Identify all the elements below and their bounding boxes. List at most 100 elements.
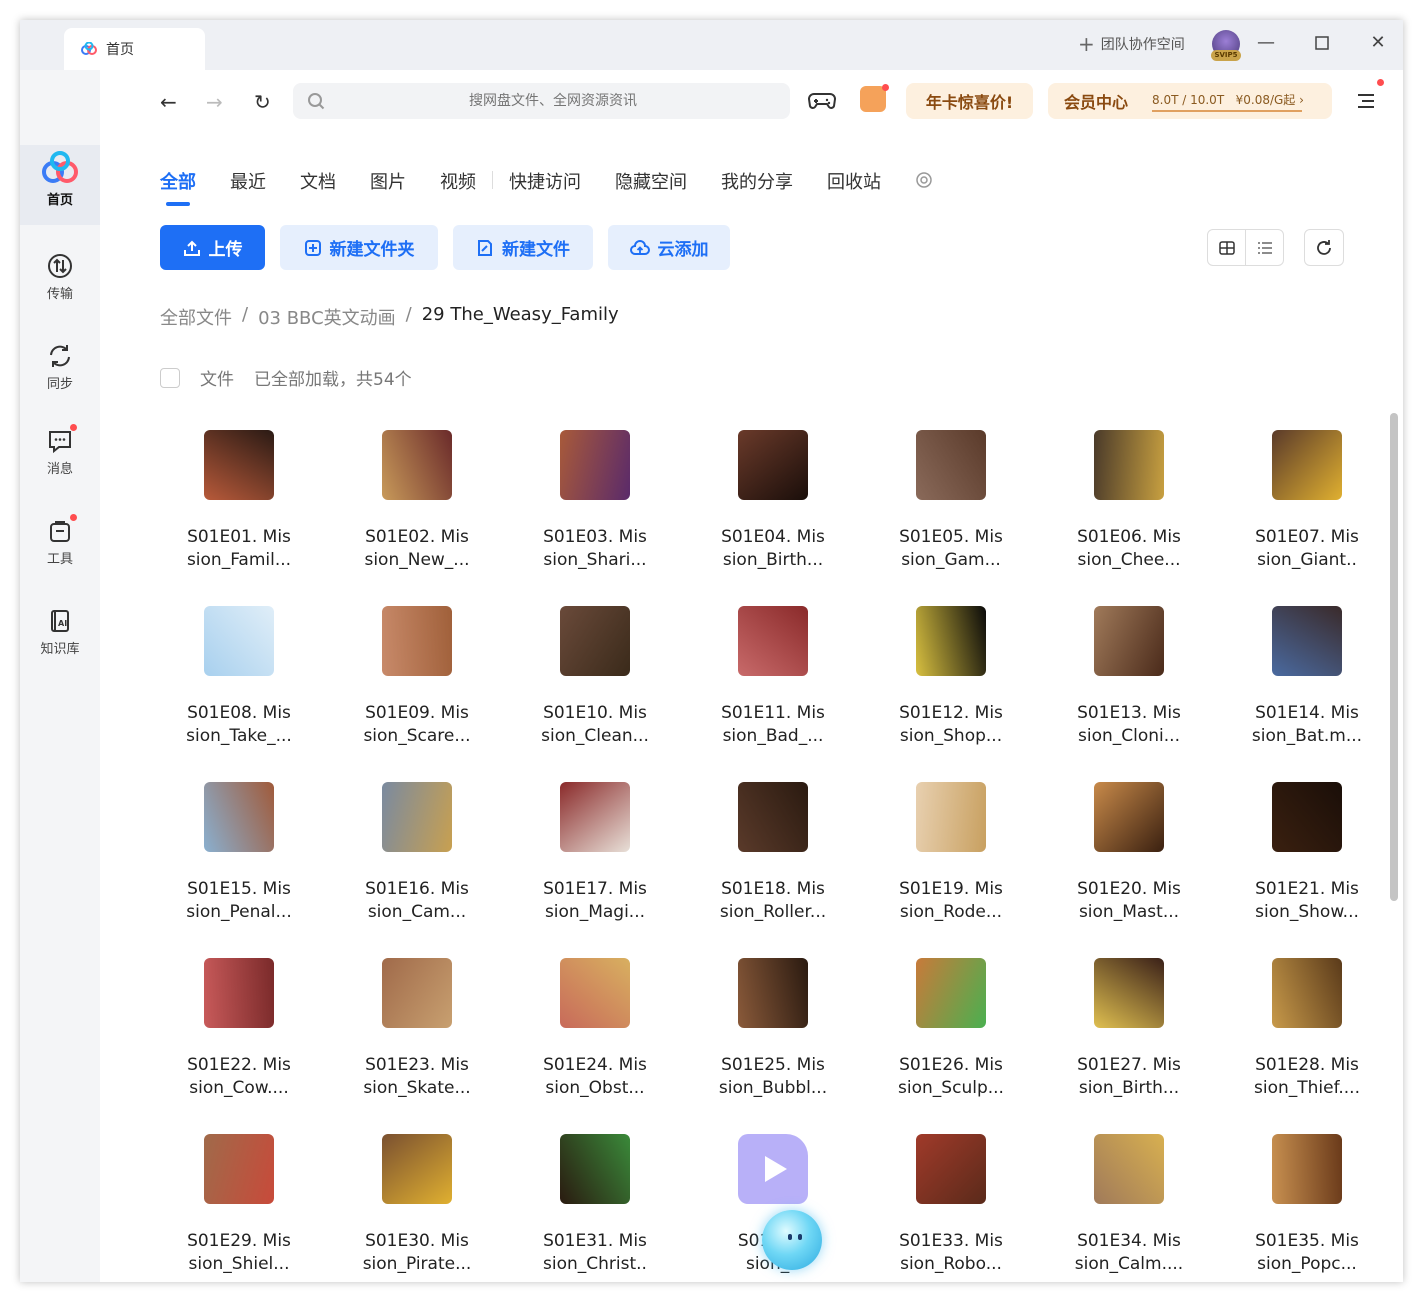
file-type-label: 文件 <box>200 370 234 390</box>
file-name-line1: S01E05. Mis <box>899 527 1003 547</box>
team-space-button[interactable]: + 团队协作空间 <box>1078 34 1185 54</box>
vip-center-button[interactable]: 会员中心 8.0T / 10.0T ¥0.08/G起 › <box>1048 83 1332 119</box>
file-name-line2: sion_Famil... <box>186 550 292 570</box>
tab-videos[interactable]: 视频 <box>440 168 476 194</box>
file-item[interactable]: S01E02. Mis sion_New_... <box>328 420 506 596</box>
reload-button[interactable]: ↻ <box>254 90 271 114</box>
file-item[interactable]: S01E30. Mis sion_Pirate... <box>328 1124 506 1282</box>
grid-view-icon[interactable] <box>1208 230 1246 265</box>
game-controller-icon[interactable] <box>808 91 836 111</box>
file-item[interactable]: S01E13. Mis sion_Cloni... <box>1040 596 1218 772</box>
file-item[interactable]: S01E33. Mis sion_Robo... <box>862 1124 1040 1282</box>
file-item[interactable]: S01E35. Mis sion_Popc... <box>1218 1124 1396 1282</box>
sidebar-item-home[interactable]: 首页 <box>20 145 100 225</box>
file-name: S01E10. Mis sion_Clean... <box>506 702 684 748</box>
close-icon[interactable]: ✕ <box>1363 32 1393 53</box>
minimize-icon[interactable]: — <box>1251 32 1281 53</box>
new-file-button[interactable]: 新建文件 <box>453 225 593 270</box>
back-button[interactable]: ← <box>160 90 177 114</box>
file-item[interactable]: S01E11. Mis sion_Bad_... <box>684 596 862 772</box>
file-item[interactable]: S01E15. Mis sion_Penal... <box>150 772 328 948</box>
file-name-line1: S01E06. Mis <box>1077 527 1181 547</box>
file-item[interactable]: S01E14. Mis sion_Bat.m... <box>1218 596 1396 772</box>
file-item[interactable]: S01E21. Mis sion_Show... <box>1218 772 1396 948</box>
file-name: S01E13. Mis sion_Cloni... <box>1040 702 1218 748</box>
sidebar-item-transfer[interactable]: 传输 <box>20 253 100 302</box>
avatar[interactable]: SVIP5 <box>1211 30 1241 61</box>
team-space-label: 团队协作空间 <box>1100 37 1185 53</box>
video-thumbnail <box>560 782 630 852</box>
file-item[interactable]: S01E09. Mis sion_Scare... <box>328 596 506 772</box>
tab-hidden-space[interactable]: 隐藏空间 <box>615 168 687 194</box>
file-item[interactable]: S01E34. Mis sion_Calm.... <box>1040 1124 1218 1282</box>
file-item[interactable]: S01E20. Mis sion_Mast... <box>1040 772 1218 948</box>
file-item[interactable]: S01E18. Mis sion_Roller... <box>684 772 862 948</box>
file-item[interactable]: S01E17. Mis sion_Magi... <box>506 772 684 948</box>
tab-docs[interactable]: 文档 <box>300 168 336 194</box>
menu-icon[interactable] <box>1356 92 1376 110</box>
file-name: S01E06. Mis sion_Chee... <box>1040 526 1218 572</box>
file-name: S01E18. Mis sion_Roller... <box>684 878 862 924</box>
file-name: S01E29. Mis sion_Shiel... <box>150 1230 328 1276</box>
upload-button[interactable]: 上传 <box>160 225 265 270</box>
file-item[interactable]: S01E08. Mis sion_Take_... <box>150 596 328 772</box>
search-box[interactable] <box>293 83 790 119</box>
maximize-icon[interactable] <box>1307 34 1337 55</box>
select-all-checkbox[interactable] <box>160 367 180 388</box>
file-item[interactable]: S01E16. Mis sion_Cam... <box>328 772 506 948</box>
file-item[interactable]: S01E27. Mis sion_Birth... <box>1040 948 1218 1124</box>
file-item[interactable]: S01E01. Mis sion_Famil... <box>150 420 328 596</box>
sidebar-item-tools[interactable]: 工具 <box>20 514 100 567</box>
file-item[interactable]: S01E24. Mis sion_Obst... <box>506 948 684 1124</box>
scrollbar[interactable] <box>1390 413 1398 901</box>
file-item[interactable]: S01E07. Mis sion_Giant.. <box>1218 420 1396 596</box>
file-item[interactable]: S01E10. Mis sion_Clean... <box>506 596 684 772</box>
file-name: S01E26. Mis sion_Sculp... <box>862 1054 1040 1100</box>
file-item[interactable]: S01E19. Mis sion_Rode... <box>862 772 1040 948</box>
file-item[interactable]: S01E22. Mis sion_Cow.... <box>150 948 328 1124</box>
refresh-button[interactable] <box>1304 229 1344 266</box>
sidebar-item-knowledge[interactable]: AI 知识库 <box>20 608 100 657</box>
tab-quick-access[interactable]: 快捷访问 <box>509 168 581 194</box>
file-item[interactable]: S01E26. Mis sion_Sculp... <box>862 948 1040 1124</box>
file-item[interactable]: S01E05. Mis sion_Gam... <box>862 420 1040 596</box>
tab-recent[interactable]: 最近 <box>230 168 266 194</box>
sidebar-item-sync[interactable]: 同步 <box>20 343 100 392</box>
file-item[interactable]: S01E31. Mis sion_Christ.. <box>506 1124 684 1282</box>
list-view-icon[interactable] <box>1246 230 1283 265</box>
video-thumbnail <box>738 782 808 852</box>
file-name-line2: sion_Skate... <box>363 1078 471 1098</box>
file-name: S01E03. Mis sion_Shari... <box>506 526 684 572</box>
file-grid: S01E01. Mis sion_Famil... S01E02. Mis sion_… <box>150 420 1395 1282</box>
cloud-add-button[interactable]: 云添加 <box>608 225 730 270</box>
tab-recycle-bin[interactable]: 回收站 <box>827 168 881 194</box>
ai-assistant-icon[interactable] <box>762 1210 822 1270</box>
forward-button[interactable]: → <box>206 90 223 114</box>
file-item[interactable]: S01E04. Mis sion_Birth... <box>684 420 862 596</box>
file-item[interactable]: S01E06. Mis sion_Chee... <box>1040 420 1218 596</box>
file-item[interactable]: S01E25. Mis sion_Bubbl... <box>684 948 862 1124</box>
annual-promo-button[interactable]: 年卡惊喜价! <box>906 83 1033 119</box>
tab-images[interactable]: 图片 <box>370 168 406 194</box>
file-name: S01E15. Mis sion_Penal... <box>150 878 328 924</box>
tab-settings-icon[interactable] <box>915 171 933 189</box>
upload-label: 上传 <box>208 240 243 260</box>
search-input[interactable] <box>333 83 773 119</box>
cloud-upload-icon <box>629 239 650 255</box>
breadcrumb-root[interactable]: 全部文件 <box>160 304 232 330</box>
file-item[interactable]: S01E12. Mis sion_Shop... <box>862 596 1040 772</box>
file-item[interactable]: S01E29. Mis sion_Shiel... <box>150 1124 328 1282</box>
file-name-line2: sion_Birth... <box>1078 1078 1180 1098</box>
tab-my-shares[interactable]: 我的分享 <box>721 168 793 194</box>
file-item[interactable]: S01E03. Mis sion_Shari... <box>506 420 684 596</box>
file-name-line1: S01E14. Mis <box>1255 703 1359 723</box>
file-name-line2: sion_Chee... <box>1077 550 1181 570</box>
breadcrumb-parent[interactable]: 03 BBC英文动画 <box>258 304 396 330</box>
new-folder-button[interactable]: 新建文件夹 <box>280 225 438 270</box>
sidebar-item-messages[interactable]: 消息 <box>20 424 100 477</box>
file-name-line2: sion_Clean... <box>541 726 649 746</box>
file-item[interactable]: S01E28. Mis sion_Thief.... <box>1218 948 1396 1124</box>
tab-all[interactable]: 全部 <box>160 168 196 206</box>
file-item[interactable]: S01E23. Mis sion_Skate... <box>328 948 506 1124</box>
tab-home[interactable]: 首页 <box>64 28 205 70</box>
